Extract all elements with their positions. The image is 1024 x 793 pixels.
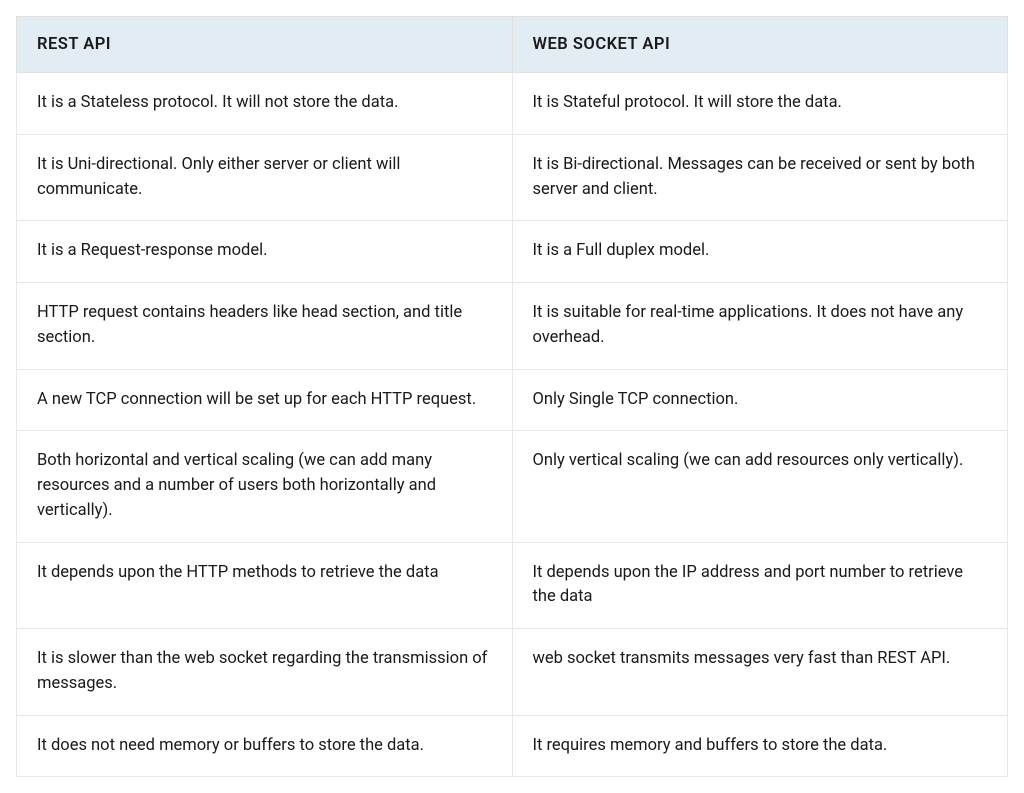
header-websocket-api: WEB SOCKET API [512, 17, 1008, 73]
cell-websocket: It is a Full duplex model. [512, 221, 1008, 283]
cell-rest: Both horizontal and vertical scaling (we… [17, 431, 513, 542]
comparison-table: REST API WEB SOCKET API It is a Stateles… [16, 16, 1008, 777]
cell-rest: It is a Stateless protocol. It will not … [17, 73, 513, 135]
table-row: A new TCP connection will be set up for … [17, 369, 1008, 431]
header-rest-api: REST API [17, 17, 513, 73]
cell-rest: It is a Request-response model. [17, 221, 513, 283]
table-row: It depends upon the HTTP methods to retr… [17, 542, 1008, 629]
table-row: Both horizontal and vertical scaling (we… [17, 431, 1008, 542]
cell-rest: It depends upon the HTTP methods to retr… [17, 542, 513, 629]
cell-websocket: It is Bi-directional. Messages can be re… [512, 134, 1008, 221]
table-row: It is Uni-directional. Only either serve… [17, 134, 1008, 221]
table-row: It is a Stateless protocol. It will not … [17, 73, 1008, 135]
cell-websocket: It is suitable for real-time application… [512, 283, 1008, 370]
cell-rest: HTTP request contains headers like head … [17, 283, 513, 370]
table-row: It is slower than the web socket regardi… [17, 629, 1008, 716]
table-header-row: REST API WEB SOCKET API [17, 17, 1008, 73]
cell-websocket: It requires memory and buffers to store … [512, 715, 1008, 777]
cell-websocket: Only Single TCP connection. [512, 369, 1008, 431]
cell-websocket: It depends upon the IP address and port … [512, 542, 1008, 629]
cell-websocket: web socket transmits messages very fast … [512, 629, 1008, 716]
cell-rest: It does not need memory or buffers to st… [17, 715, 513, 777]
table-row: HTTP request contains headers like head … [17, 283, 1008, 370]
table-row: It is a Request-response model. It is a … [17, 221, 1008, 283]
cell-rest: It is Uni-directional. Only either serve… [17, 134, 513, 221]
cell-rest: A new TCP connection will be set up for … [17, 369, 513, 431]
cell-websocket: Only vertical scaling (we can add resour… [512, 431, 1008, 542]
cell-rest: It is slower than the web socket regardi… [17, 629, 513, 716]
cell-websocket: It is Stateful protocol. It will store t… [512, 73, 1008, 135]
table-row: It does not need memory or buffers to st… [17, 715, 1008, 777]
